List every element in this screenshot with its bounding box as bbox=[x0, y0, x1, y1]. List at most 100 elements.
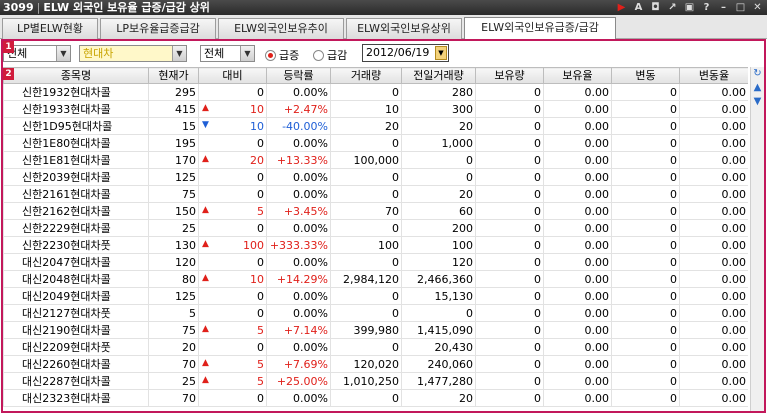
cell-value: +3.45% bbox=[283, 204, 328, 218]
radio-unselected-icon[interactable] bbox=[313, 49, 324, 61]
header-col-volume[interactable]: 거래량 bbox=[330, 67, 402, 84]
cell-holding: 0 bbox=[475, 202, 544, 220]
table-row[interactable]: 대신2209현대차풋 20 0 0.00% 0 20,430 0 0.00 0 0.00 bbox=[3, 338, 748, 356]
cell-value: 0.00 bbox=[584, 255, 610, 269]
refresh-icon[interactable]: ↻ bbox=[751, 68, 764, 80]
cell-value: 0.00 bbox=[584, 340, 610, 354]
cell-value: 0 bbox=[534, 357, 541, 371]
table-row[interactable]: 신한2229현대차콜 25 0 0.00% 0 200 0 0.00 0 0.00 bbox=[3, 219, 748, 237]
cell-value: 0.00 bbox=[721, 340, 747, 354]
cell-value: 10 bbox=[250, 119, 264, 133]
cell-value: +2.47% bbox=[283, 102, 328, 116]
cell-value: 0.00% bbox=[293, 340, 328, 354]
play-icon[interactable]: ▶ bbox=[616, 2, 627, 13]
table-row[interactable]: 신한2039현대차콜 125 0 0.00% 0 0 0 0.00 0 0.00 bbox=[3, 168, 748, 186]
cell-value: 1,000 bbox=[441, 136, 474, 150]
link-icon[interactable]: ↗ bbox=[667, 2, 678, 13]
header-col-name[interactable]: 종목명 bbox=[3, 67, 149, 84]
header-col-price[interactable]: 현재가 bbox=[148, 67, 199, 84]
header-col-holding-rate[interactable]: 보유율 bbox=[543, 67, 612, 84]
table-row[interactable]: 신한1D95현대차콜 15 ▼ 10 -40.00% 20 20 0 0.00 0 0.00 bbox=[3, 117, 748, 135]
cell-price: 25 bbox=[148, 372, 199, 390]
chevron-down-icon[interactable]: ▼ bbox=[56, 46, 70, 61]
table-row[interactable]: 대신2260현대차콜 70 ▲ 5 +7.69% 120,020 240,060 0 0.00 0… bbox=[3, 355, 748, 373]
table-row[interactable]: 대신2287현대차콜 25 ▲ 5 +25.00% 1,010,250 1,477,280 0… bbox=[3, 372, 748, 390]
scroll-up-icon[interactable]: ▲ bbox=[751, 82, 764, 94]
tab-elw-foreign-top[interactable]: ELW외국인보유상위 bbox=[346, 18, 462, 39]
radio-selected-icon[interactable] bbox=[265, 49, 276, 61]
table-row[interactable]: 신한1932현대차콜 295 0 0.00% 0 280 0 0.00 0 0.00 bbox=[3, 83, 748, 101]
cell-value: 5 bbox=[189, 306, 196, 320]
table-row[interactable]: 신한1E81현대차콜 170 ▲ 20 +13.33% 100,000 0 0 0.00 0 0.0… bbox=[3, 151, 748, 169]
cell-value: 0 bbox=[534, 374, 541, 388]
cell-name: 신한1933현대차콜 bbox=[3, 100, 149, 118]
cell-diff: 0 bbox=[611, 321, 680, 339]
print-icon[interactable]: ▣ bbox=[684, 2, 695, 13]
cell-change: ▲ 5 bbox=[198, 355, 267, 373]
cell-value: 0 bbox=[670, 391, 677, 405]
cell-value: 신한1E80현대차콜 bbox=[22, 136, 111, 150]
table-row[interactable]: 신한1933현대차콜 415 ▲ 10 +2.47% 10 300 0 0.00 0 0.00 bbox=[3, 100, 748, 118]
chevron-down-icon[interactable]: ▼ bbox=[172, 46, 186, 61]
cell-diff-rate: 0.00 bbox=[679, 287, 748, 305]
export-icon[interactable]: ◘ bbox=[650, 2, 661, 13]
tab-elw-foreign-change[interactable]: ELW외국인보유급증/급감 bbox=[464, 17, 616, 40]
header-col-change[interactable]: 대비 bbox=[198, 67, 267, 84]
header-col-prev-volume[interactable]: 전일거래량 bbox=[401, 67, 476, 84]
table-row[interactable]: 대신2127현대차풋 5 0 0.00% 0 0 0 0.00 0 0.00 bbox=[3, 304, 748, 322]
header-col-rate[interactable]: 등락률 bbox=[266, 67, 331, 84]
cell-value: 0 bbox=[257, 170, 264, 184]
header-col-diff-rate[interactable]: 변동율 bbox=[679, 67, 748, 84]
cell-diff-rate: 0.00 bbox=[679, 236, 748, 254]
tab-lp-elw-status[interactable]: LP별ELW현황 bbox=[2, 18, 98, 39]
cell-value: 5 bbox=[257, 374, 264, 388]
cell-prev-volume: 240,060 bbox=[401, 355, 476, 373]
cell-value: 0 bbox=[466, 306, 473, 320]
cell-value: 1,010,250 bbox=[343, 374, 399, 388]
header-col-diff[interactable]: 변동 bbox=[611, 67, 680, 84]
table-row[interactable]: 신한2230현대차풋 130 ▲ 100 +333.33% 100 100 0 0.00 0 0.0… bbox=[3, 236, 748, 254]
type-select[interactable]: 전체 ▼ bbox=[200, 45, 255, 62]
cell-value: 0 bbox=[534, 306, 541, 320]
cell-holding: 0 bbox=[475, 117, 544, 135]
table-row[interactable]: 대신2323현대차콜 70 0 0.00% 0 20 0 0.00 0 0.00 bbox=[3, 389, 748, 407]
minimize-icon[interactable]: – bbox=[718, 2, 729, 13]
window-title: ELW 외국인 보유율 급증/급감 상위 bbox=[43, 1, 210, 14]
cell-holding: 0 bbox=[475, 151, 544, 169]
data-grid[interactable]: 종목명 현재가 대비 등락률 거래량 전일거래량 보유량 보유율 변동 변동율 신한1932현대차… bbox=[3, 67, 748, 411]
table-row[interactable]: 신한1E80현대차콜 195 0 0.00% 0 1,000 0 0.00 0 0.00 bbox=[3, 134, 748, 152]
cell-rate: 0.00% bbox=[266, 83, 331, 101]
font-size-icon[interactable]: A bbox=[633, 2, 644, 13]
table-row[interactable]: 대신2190현대차콜 75 ▲ 5 +7.14% 399,980 1,415,090 0 0.0… bbox=[3, 321, 748, 339]
cell-holding-rate: 0.00 bbox=[543, 202, 612, 220]
close-icon[interactable]: ✕ bbox=[752, 2, 763, 13]
table-row[interactable]: 대신2047현대차콜 120 0 0.00% 0 120 0 0.00 0 0.00 bbox=[3, 253, 748, 271]
table-row[interactable]: 신한2162현대차콜 150 ▲ 5 +3.45% 70 60 0 0.00 0 0.00 bbox=[3, 202, 748, 220]
cell-price: 195 bbox=[148, 134, 199, 152]
cell-volume: 20 bbox=[330, 117, 402, 135]
date-value: 2012/06/19 bbox=[366, 46, 430, 59]
cell-diff-rate: 0.00 bbox=[679, 202, 748, 220]
scroll-down-icon[interactable]: ▼ bbox=[751, 96, 764, 108]
cell-value: 0 bbox=[534, 136, 541, 150]
header-col-holding[interactable]: 보유량 bbox=[475, 67, 544, 84]
vertical-scrollbar[interactable]: ↻ ▲ ▼ bbox=[750, 67, 764, 411]
cell-value: 0 bbox=[392, 391, 399, 405]
table-row[interactable]: 신한2161현대차콜 75 0 0.00% 0 20 0 0.00 0 0.00 bbox=[3, 185, 748, 203]
table-row[interactable]: 대신2048현대차콜 80 ▲ 10 +14.29% 2,984,120 2,466,360… bbox=[3, 270, 748, 288]
calendar-dropdown-icon[interactable]: ▼ bbox=[435, 46, 447, 60]
table-row[interactable]: 대신2049현대차콜 125 0 0.00% 0 15,130 0 0.00 0 0.00 bbox=[3, 287, 748, 305]
tab-lp-holding-change[interactable]: LP보유율급증급감 bbox=[100, 18, 216, 39]
chevron-down-icon[interactable]: ▼ bbox=[240, 46, 254, 61]
cell-value: 대신2260현대차콜 bbox=[22, 357, 111, 371]
cell-volume: 100,000 bbox=[330, 151, 402, 169]
radio-increase[interactable]: 급증 bbox=[265, 47, 299, 63]
tab-elw-foreign-trend[interactable]: ELW외국인보유추이 bbox=[218, 18, 344, 39]
cell-value: 15,130 bbox=[434, 289, 474, 303]
underlying-select[interactable]: 현대차 ▼ bbox=[79, 45, 187, 62]
maximize-icon[interactable]: □ bbox=[735, 2, 746, 13]
help-icon[interactable]: ? bbox=[701, 2, 712, 13]
date-picker[interactable]: 2012/06/19 ▼ bbox=[362, 44, 449, 62]
radio-decrease[interactable]: 급감 bbox=[313, 47, 347, 63]
cell-value: 0.00 bbox=[584, 238, 610, 252]
